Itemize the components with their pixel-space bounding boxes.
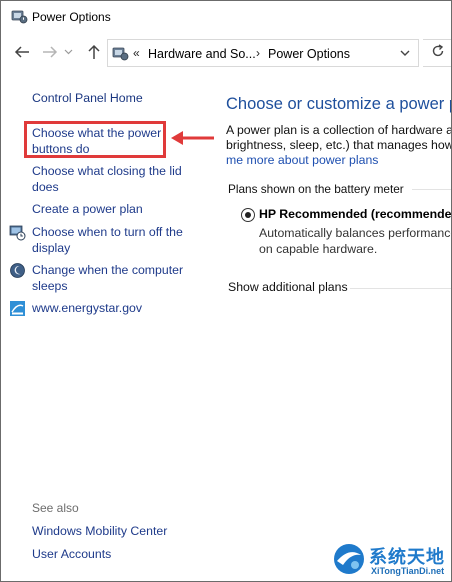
plan-radio-hp-recommended[interactable] [241,208,255,222]
power-options-window: Power Options « Hardware and So... › Pow… [0,0,452,582]
task-label-line2: sleeps [32,279,68,293]
breadcrumb-power-options[interactable]: Power Options [268,47,350,61]
refresh-icon [431,43,445,63]
watermark: 系统天地 XiTongTianDi.net [331,539,451,581]
task-choose-closing-lid[interactable]: Choose what closing the lid does [32,163,182,195]
address-dropdown-icon[interactable] [398,46,412,60]
title-bar: Power Options [1,1,451,33]
address-bar[interactable]: « Hardware and So... › Power Options [107,39,419,67]
watermark-logo-icon [334,544,364,574]
task-label-line1: Choose when to turn off the [32,225,183,239]
watermark-subtext: XiTongTianDi.net [371,566,445,576]
task-label-line2: display [32,241,71,255]
left-task-pane: Control Panel Home Choose what the power… [1,81,214,581]
breadcrumb-separator[interactable]: › [256,46,260,60]
plans-section-heading: Plans shown on the battery meter [228,182,404,196]
window-title: Power Options [32,10,111,24]
refresh-button[interactable] [423,39,451,67]
page-description-line2: brightness, sleep, etc.) that manages ho… [226,138,452,152]
task-label-line1: Change when the computer [32,263,184,277]
power-options-icon [11,8,28,25]
display-clock-icon [9,224,26,241]
control-panel-icon [112,45,129,62]
plan-description-line2: on capable hardware. [259,242,378,256]
annotation-arrow-icon [171,131,214,145]
plan-description-line1: Automatically balances performance [259,226,452,240]
task-turn-off-display[interactable]: Choose when to turn off the display [32,224,183,256]
plan-name[interactable]: HP Recommended (recommended) [259,207,451,221]
sleep-moon-icon [9,262,26,279]
up-arrow-icon[interactable] [83,41,105,63]
main-content: Choose or customize a power pla A power … [216,81,452,581]
annotation-highlight-box [24,121,166,158]
section-divider [350,288,451,289]
control-panel-home-link[interactable]: Control Panel Home [32,90,143,106]
see-also-heading: See also [32,501,79,515]
breadcrumb-overflow[interactable]: « [133,46,140,60]
task-label-line1: www.energystar.gov [32,301,143,315]
see-also-mobility-center[interactable]: Windows Mobility Center [32,523,167,539]
energystar-link[interactable]: www.energystar.gov [32,300,142,316]
show-additional-plans[interactable]: Show additional plans [228,280,348,294]
breadcrumb-hardware-and-sound[interactable]: Hardware and So... [148,47,256,61]
forward-arrow-icon[interactable] [39,41,61,63]
learn-more-link[interactable]: me more about power plans [226,153,378,167]
task-label-line1: Choose what closing the lid [32,164,182,178]
back-arrow-icon[interactable] [11,41,33,63]
task-label-line1: Create a power plan [32,202,143,216]
task-change-sleep[interactable]: Change when the computer sleeps [32,262,183,294]
energystar-icon [9,300,26,317]
task-label-line2: does [32,180,59,194]
task-create-power-plan[interactable]: Create a power plan [32,201,143,217]
see-also-user-accounts[interactable]: User Accounts [32,546,111,562]
navigation-bar: « Hardware and So... › Power Options [1,37,451,69]
section-divider [412,189,451,190]
page-description-line1: A power plan is a collection of hardware… [226,123,452,137]
page-heading: Choose or customize a power pla [226,95,452,113]
chevron-down-icon[interactable] [61,41,75,63]
